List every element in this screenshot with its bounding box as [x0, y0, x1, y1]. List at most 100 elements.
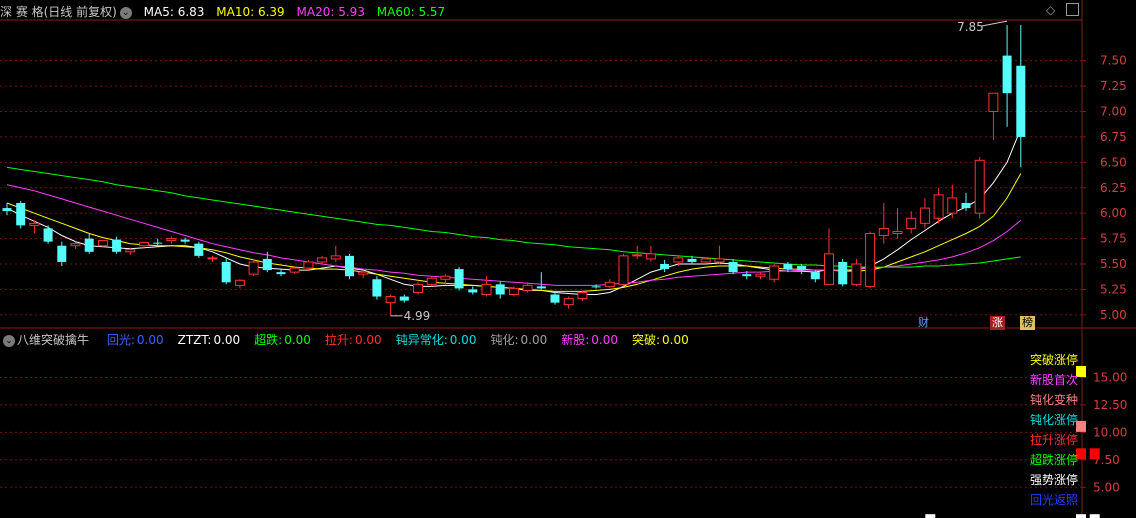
candle: [700, 257, 711, 264]
candle: [919, 197, 930, 229]
candle-body: [70, 243, 81, 247]
candle: [577, 290, 588, 301]
indicator-readout-value: 0.00: [213, 333, 241, 347]
y-tick-label: 6.75: [1100, 130, 1127, 144]
signal-label: 钝化涨停: [1030, 413, 1079, 427]
chevron-down-icon[interactable]: ⌄: [3, 334, 15, 347]
candle: [84, 233, 94, 254]
chevron-down-icon[interactable]: ⌄: [119, 6, 132, 19]
indicator-readout: ZTZT: 0.00: [178, 333, 241, 347]
candle-body: [43, 228, 53, 242]
candle: [660, 259, 670, 273]
candle: [194, 241, 204, 258]
candle-body: [618, 255, 629, 285]
candle: [495, 281, 505, 299]
signal-label: 突破涨停: [1030, 353, 1079, 367]
indicator-readout-label: 钝异常化:: [395, 333, 448, 347]
signal-square: [925, 514, 936, 518]
signal-label: 拉升涨停: [1030, 433, 1079, 447]
limit-up-badge[interactable]: 涨: [990, 316, 1005, 330]
candle: [207, 255, 218, 262]
diamond-icon[interactable]: ◇: [1046, 3, 1055, 17]
candle: [714, 245, 725, 264]
signal-square: [1076, 514, 1086, 518]
y-axis: 7.50 7.25 7.00 6.75 6.50 6.25 6.00 5.75 5.50 5.25…: [1082, 54, 1127, 494]
candle-body: [413, 283, 423, 293]
candle: [797, 264, 807, 275]
high-price-label: 7.85: [957, 20, 984, 34]
indicator-title: 八维突破擒牛: [17, 333, 90, 347]
candle: [317, 255, 328, 264]
indicator-readout: 新股: 0.00: [561, 333, 618, 347]
candle: [933, 187, 944, 224]
candle: [838, 258, 848, 287]
ma20-readout: MA20: 5.93: [296, 5, 365, 19]
candle: [824, 228, 834, 285]
window-icon[interactable]: [1066, 3, 1079, 16]
candle-body: [824, 253, 834, 285]
candle: [481, 276, 492, 297]
y-tick-label: 5.00: [1100, 308, 1127, 322]
candle: [166, 236, 177, 244]
y-tick-label: 7.00: [1100, 105, 1127, 119]
candle: [892, 208, 903, 239]
signal-label: 强势涨停: [1030, 473, 1079, 487]
candle: [345, 253, 354, 280]
candle-body: [303, 261, 314, 269]
candle-body: [947, 197, 958, 214]
candle-body: [604, 281, 615, 287]
finance-badge[interactable]: 财: [916, 316, 931, 330]
candle-body: [632, 254, 643, 257]
candle-body: [440, 275, 451, 280]
signal-label: 钝化变种: [1030, 393, 1079, 407]
indicator-readout-label: 新股:: [561, 333, 590, 347]
y-tick-label: 5.75: [1100, 232, 1127, 246]
candle: [563, 296, 574, 309]
candle-body: [57, 245, 67, 262]
candle: [234, 279, 245, 289]
candle-body: [838, 261, 848, 285]
candle-body: [495, 284, 505, 295]
candle-body: [481, 283, 492, 296]
candle-body: [97, 240, 108, 247]
candle-body: [536, 286, 546, 289]
candle-body: [673, 257, 684, 263]
candle: [865, 231, 876, 289]
main-chart-header: 深 赛 格(日线 前复权) ⌄ MA5: 6.83 MA10: 6.39 MA20…: [0, 2, 453, 22]
signal-label: 回光返照: [1030, 493, 1079, 507]
indicator-readout-label: 钝化:: [490, 333, 519, 347]
candle-body: [988, 92, 999, 112]
candle: [645, 245, 656, 262]
candle: [399, 294, 409, 303]
candle-body: [961, 203, 971, 209]
candle-body: [742, 274, 752, 277]
indicator-readout: 拉升: 0.00: [325, 333, 382, 347]
candle: [947, 184, 958, 219]
candle-body: [645, 253, 656, 260]
candle-body: [29, 222, 40, 226]
candle: [878, 203, 889, 244]
candle-body: [84, 238, 94, 252]
stock-title: 深 赛 格(日线 前复权): [0, 5, 117, 19]
indicator-readout: 超跌: 0.00: [254, 333, 311, 347]
candle: [43, 225, 53, 244]
candle: [769, 264, 780, 283]
candle-body: [16, 203, 26, 226]
ranking-badge[interactable]: 榜: [1020, 316, 1035, 330]
ma5-readout: MA5: 6.83: [143, 5, 205, 19]
y-tick-label: 15.00: [1093, 370, 1127, 384]
candle-body: [180, 239, 190, 242]
indicator-readout-label: 回光:: [106, 333, 135, 347]
candle: [426, 276, 437, 287]
indicator-readout-value: 0.00: [591, 333, 618, 347]
candle-body: [687, 258, 697, 262]
indicator-readout: 钝异常化: 0.00: [396, 333, 477, 347]
candle-body: [563, 298, 574, 306]
candle-body: [728, 261, 738, 273]
indicator-readout-value: 0.00: [662, 333, 689, 347]
indicator-readout-label: 拉升:: [324, 333, 353, 347]
y-tick-label: 6.25: [1100, 181, 1127, 195]
candle-body: [358, 271, 369, 275]
candle-body: [276, 272, 286, 275]
candle: [468, 286, 478, 295]
